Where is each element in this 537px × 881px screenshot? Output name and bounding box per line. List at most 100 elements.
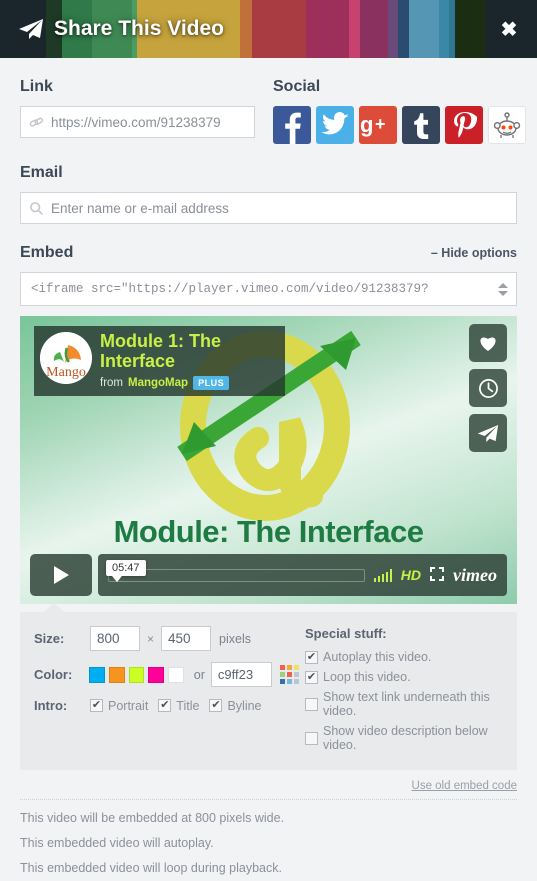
google-plus-share-button[interactable]: g + xyxy=(359,106,397,144)
intro-portrait-label: Portrait xyxy=(108,698,149,713)
link-chain-icon xyxy=(29,115,44,130)
embed-options-left: Size: 800 × 450 pixels Color: or c9ff23 xyxy=(34,626,299,758)
special-textlink-checkbox[interactable]: Show text link underneath this video. xyxy=(305,690,503,718)
special-autoplay-checkbox[interactable]: ✔ Autoplay this video. xyxy=(305,650,503,664)
video-meta: Module 1: The Interface from MangoMap PL… xyxy=(100,326,285,396)
fullscreen-icon[interactable] xyxy=(430,566,445,584)
color-label: Color: xyxy=(34,667,73,682)
checkbox-box[interactable]: ✔ xyxy=(305,670,318,684)
color-row: Color: or c9ff23 xyxy=(34,662,299,687)
link-social-row: Link https://vimeo.com/91238379 Social g… xyxy=(20,58,526,144)
color-hex-input[interactable]: c9ff23 xyxy=(210,662,272,687)
email-label: Email xyxy=(20,164,63,181)
hd-badge[interactable]: HD xyxy=(401,567,421,583)
color-picker-icon[interactable] xyxy=(279,665,299,684)
share-plane-icon[interactable] xyxy=(469,414,507,452)
dialog-footer: Use old embed code This video will be em… xyxy=(0,770,537,875)
twitter-share-button[interactable] xyxy=(316,106,354,144)
checkbox-box[interactable] xyxy=(305,731,318,745)
embed-code-input[interactable]: <iframe src="https://player.vimeo.com/vi… xyxy=(20,272,517,306)
intro-byline-checkbox[interactable]: ✔ Byline xyxy=(209,698,262,713)
video-progress-bar-container: HD vimeo xyxy=(98,554,507,596)
vimeo-logo[interactable]: vimeo xyxy=(453,565,497,586)
hide-options-toggle[interactable]: – Hide options xyxy=(431,246,517,272)
email-section: Email Enter name or e-mail address xyxy=(20,164,517,224)
intro-portrait-checkbox[interactable]: ✔ Portrait xyxy=(90,699,148,713)
header-stripe-8 xyxy=(306,0,350,58)
height-input[interactable]: 450 xyxy=(161,626,212,651)
color-swatch-0[interactable] xyxy=(89,666,105,683)
header-stripe-10 xyxy=(359,0,388,58)
link-section: Link https://vimeo.com/91238379 xyxy=(20,58,255,144)
search-icon xyxy=(29,201,44,216)
like-heart-icon[interactable] xyxy=(469,324,507,362)
play-button[interactable] xyxy=(30,554,92,596)
embed-header: Embed – Hide options xyxy=(20,224,517,272)
page-title: Share This Video xyxy=(18,0,224,58)
special-description-checkbox[interactable]: Show video description below video. xyxy=(305,724,503,752)
watch-later-clock-icon[interactable] xyxy=(469,369,507,407)
header-stripe-7 xyxy=(251,0,307,58)
video-big-caption: Module: The Interface xyxy=(113,514,424,549)
special-stuff-title: Special stuff: xyxy=(305,626,387,641)
embed-scroll-stepper[interactable] xyxy=(496,282,510,296)
video-author[interactable]: MangoMap xyxy=(128,377,188,389)
svg-text:+: + xyxy=(375,114,386,134)
checkbox-box[interactable]: ✔ xyxy=(305,650,318,664)
special-loop-label: Loop this video. xyxy=(323,670,411,684)
video-preview[interactable]: Mango Module 1: The Interface from Mango… xyxy=(20,316,517,604)
header-stripe-13 xyxy=(408,0,440,58)
use-old-embed-code-link[interactable]: Use old embed code xyxy=(20,780,517,799)
header-stripe-12 xyxy=(397,0,409,58)
svg-text:g: g xyxy=(360,113,373,137)
embed-code-value: <iframe src="https://player.vimeo.com/vi… xyxy=(31,282,429,296)
color-swatch-3[interactable] xyxy=(148,666,165,683)
intro-title-checkbox[interactable]: ✔ Title xyxy=(158,699,199,713)
social-section: Social g + xyxy=(255,58,526,144)
color-swatch-4[interactable] xyxy=(168,666,184,683)
volume-icon[interactable] xyxy=(373,568,392,582)
special-loop-checkbox[interactable]: ✔ Loop this video. xyxy=(305,670,503,684)
social-buttons: g + xyxy=(273,106,526,144)
chevron-up-icon[interactable] xyxy=(498,282,508,288)
checkbox-box[interactable] xyxy=(305,697,318,711)
header-stripe-6 xyxy=(239,0,252,58)
embed-note-2: This embedded video will loop during pla… xyxy=(20,861,282,875)
video-from-prefix: from xyxy=(100,377,123,389)
color-swatch-2[interactable] xyxy=(128,666,145,683)
close-icon[interactable]: ✖ xyxy=(495,0,523,58)
tumblr-share-button[interactable] xyxy=(402,106,440,144)
checkbox-box[interactable]: ✔ xyxy=(158,699,172,712)
intro-row: Intro: ✔ Portrait ✔ Title ✔ Byline xyxy=(34,698,299,713)
embed-options-panel: Size: 800 × 450 pixels Color: or c9ff23 xyxy=(20,603,517,770)
progress-scrubber[interactable] xyxy=(108,568,365,582)
video-author-line: from MangoMap PLUS xyxy=(100,376,275,390)
footer-divider xyxy=(20,799,517,800)
intro-byline-label: Byline xyxy=(227,698,262,713)
email-input[interactable]: Enter name or e-mail address xyxy=(20,192,517,224)
pixels-unit-label: pixels xyxy=(219,631,251,646)
avatar: Mango xyxy=(40,332,92,384)
embed-note-1: This embedded video will autoplay. xyxy=(20,836,214,850)
header-stripe-16 xyxy=(454,0,485,58)
header-stripe-11 xyxy=(387,0,398,58)
embed-options-right: Special stuff: ✔ Autoplay this video. ✔ … xyxy=(299,626,503,758)
embed-note-0: This video will be embedded at 800 pixel… xyxy=(20,811,285,825)
page-title-text: Share This Video xyxy=(54,17,224,40)
special-textlink-label: Show text link underneath this video. xyxy=(323,690,490,718)
checkbox-box[interactable]: ✔ xyxy=(209,699,223,712)
chevron-down-icon[interactable] xyxy=(498,290,508,296)
width-input[interactable]: 800 xyxy=(90,626,140,651)
email-input-placeholder: Enter name or e-mail address xyxy=(51,200,229,216)
video-controls: HD vimeo xyxy=(30,554,507,596)
link-input[interactable]: https://vimeo.com/91238379 xyxy=(20,106,255,138)
link-input-value: https://vimeo.com/91238379 xyxy=(51,114,221,130)
color-swatch-1[interactable] xyxy=(108,666,125,683)
embed-label: Embed xyxy=(20,244,74,261)
facebook-share-button[interactable] xyxy=(273,106,311,144)
link-label: Link xyxy=(20,78,53,95)
checkbox-box[interactable]: ✔ xyxy=(90,699,103,712)
reddit-share-button[interactable] xyxy=(488,106,526,144)
pinterest-share-button[interactable] xyxy=(445,106,483,144)
paper-plane-icon xyxy=(18,18,44,40)
